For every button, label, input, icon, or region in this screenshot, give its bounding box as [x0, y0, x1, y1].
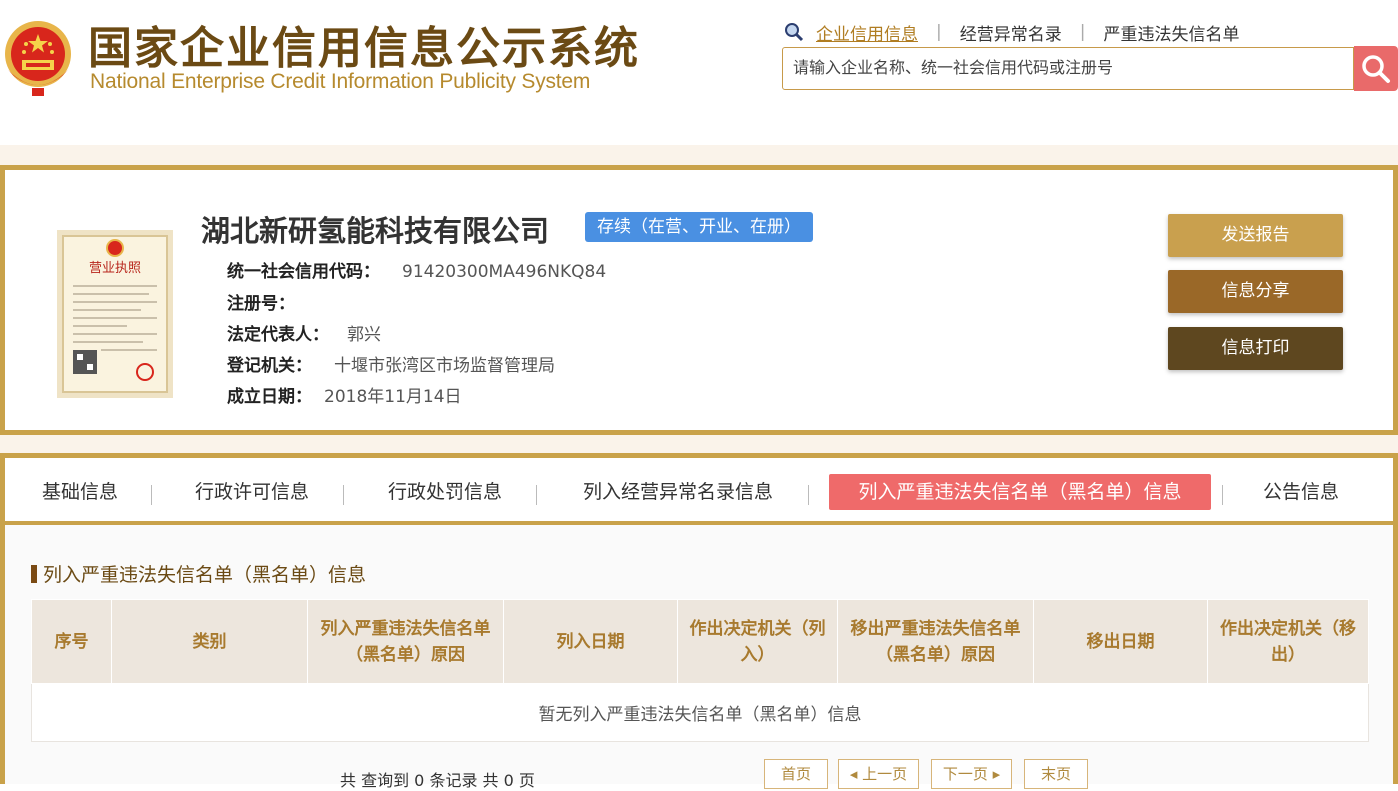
next-page-button[interactable]: 下一页 ▸ [931, 759, 1012, 789]
info-value: 2018年11月14日 [324, 387, 462, 407]
column-header: 作出决定机关（移出） [1207, 599, 1369, 684]
share-info-button[interactable]: 信息分享 [1168, 270, 1343, 313]
tab-content: 列入严重违法失信名单（黑名单）信息 序号 类别 列入严重违法失信名单（黑名单）原… [5, 525, 1393, 790]
tabs-panel: 基础信息 行政许可信息 行政处罚信息 列入经营异常名录信息 列入严重违法失信名单… [0, 453, 1398, 790]
tab-admin-penalty[interactable]: 行政处罚信息 [382, 474, 508, 510]
info-label: 登记机关： [227, 356, 312, 376]
search-button[interactable] [1354, 46, 1398, 91]
info-legal-rep: 法定代表人： 郭兴 [227, 320, 381, 345]
nav-separator: | [1079, 22, 1086, 42]
column-header: 类别 [111, 599, 308, 684]
nav-separator: | [936, 22, 942, 42]
empty-message: 暂无列入严重违法失信名单（黑名单）信息 [31, 683, 1369, 742]
top-nav: 企业信用信息 | 经营异常名录 | 严重违法失信名单 [784, 20, 1239, 45]
prev-page-button[interactable]: ◂ 上一页 [838, 759, 919, 789]
info-value: 郭兴 [347, 325, 381, 345]
site-title: 国家企业信用信息公示系统 [88, 23, 640, 74]
info-label: 成立日期： [227, 387, 312, 407]
magnifier-icon [785, 23, 804, 42]
panel-gap [0, 435, 1398, 453]
first-page-button[interactable]: 首页 [764, 759, 828, 789]
info-registration-authority: 登记机关： 十堰市张湾区市场监督管理局 [227, 351, 555, 376]
info-value: 十堰市张湾区市场监督管理局 [334, 356, 555, 376]
column-header: 列入日期 [503, 599, 678, 684]
info-credit-code: 统一社会信用代码： 91420300MA496NKQ84 [227, 257, 606, 282]
tab-basic-info[interactable]: 基础信息 [39, 474, 121, 510]
table-row: 暂无列入严重违法失信名单（黑名单）信息 [31, 683, 1369, 742]
tab-announcement[interactable]: 公告信息 [1259, 474, 1343, 510]
column-header: 作出决定机关（列入） [677, 599, 838, 684]
info-registration-no: 注册号： [227, 289, 295, 314]
send-report-button[interactable]: 发送报告 [1168, 214, 1343, 257]
nav-serious-violation-list[interactable]: 严重违法失信名单 [1103, 20, 1239, 45]
chevron-left-icon: ◂ [849, 765, 863, 783]
tab-separator [808, 485, 809, 505]
info-established-date: 成立日期： 2018年11月14日 [227, 382, 462, 407]
company-name: 湖北新研氢能科技有限公司 [201, 214, 550, 248]
chevron-right-icon: ▸ [987, 765, 1001, 783]
column-header: 列入严重违法失信名单（黑名单）原因 [307, 599, 504, 684]
tab-separator [343, 485, 344, 505]
column-header: 移出日期 [1033, 599, 1208, 684]
search-input[interactable] [783, 48, 1363, 87]
company-panel: 营业执照 湖北新研氢能科技有限公司 存续（在营、开业、在册） 统一社会信用代码：… [0, 165, 1398, 435]
header-divider-band [0, 145, 1398, 165]
blacklist-table: 序号 类别 列入严重违法失信名单（黑名单）原因 列入日期 作出决定机关（列入） … [31, 599, 1369, 742]
column-header: 序号 [31, 599, 112, 684]
status-badge: 存续（在营、开业、在册） [585, 212, 813, 242]
nav-abnormal-list[interactable]: 经营异常名录 [960, 20, 1062, 45]
national-emblem-icon [5, 21, 71, 96]
tab-separator [151, 485, 152, 505]
column-header: 移出严重违法失信名单（黑名单）原因 [837, 599, 1034, 684]
info-label: 法定代表人： [227, 325, 329, 345]
table-header-row: 序号 类别 列入严重违法失信名单（黑名单）原因 列入日期 作出决定机关（列入） … [31, 599, 1369, 684]
search-box [782, 47, 1363, 90]
site-title-en: National Enterprise Credit Information P… [90, 70, 591, 93]
business-license-image[interactable]: 营业执照 [57, 230, 173, 398]
tab-admin-license[interactable]: 行政许可信息 [189, 474, 315, 510]
search-icon [1362, 54, 1390, 83]
section-title-bar [31, 565, 37, 583]
tab-abnormal-list-info[interactable]: 列入经营异常名录信息 [575, 474, 781, 510]
license-title: 营业执照 [89, 261, 141, 276]
pagination-summary: 共 查询到 0 条记录 共 0 页 [340, 771, 535, 790]
next-page-label: 下一页 [942, 765, 988, 783]
last-page-button[interactable]: 末页 [1024, 759, 1088, 789]
nav-enterprise-credit[interactable]: 企业信用信息 [816, 20, 918, 45]
info-label: 统一社会信用代码： [227, 262, 380, 282]
info-value: 91420300MA496NKQ84 [402, 262, 607, 282]
site-header: 国家企业信用信息公示系统 National Enterprise Credit … [0, 0, 1398, 145]
section-title: 列入严重违法失信名单（黑名单）信息 [31, 560, 366, 587]
info-label: 注册号： [227, 294, 295, 314]
tab-separator [1222, 485, 1223, 505]
section-title-text: 列入严重违法失信名单（黑名单）信息 [43, 564, 367, 586]
tab-separator [536, 485, 537, 505]
print-info-button[interactable]: 信息打印 [1168, 327, 1343, 370]
tab-strip: 基础信息 行政许可信息 行政处罚信息 列入经营异常名录信息 列入严重违法失信名单… [5, 458, 1393, 525]
prev-page-label: 上一页 [862, 765, 908, 783]
tab-blacklist-info[interactable]: 列入严重违法失信名单（黑名单）信息 [829, 474, 1211, 510]
